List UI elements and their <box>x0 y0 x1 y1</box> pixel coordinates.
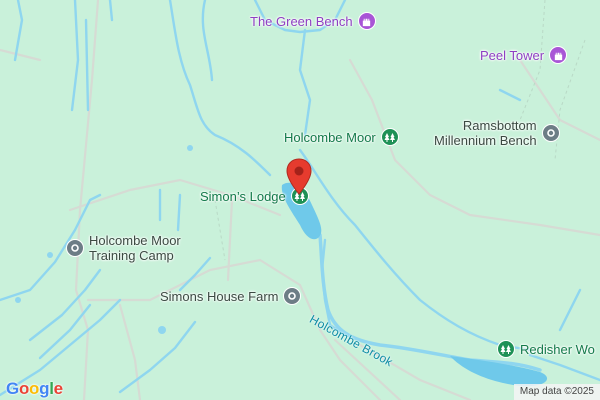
castle-icon <box>549 46 568 64</box>
poi-label: Holcombe Moor <box>284 129 376 145</box>
poi-label: Peel Tower <box>480 47 545 63</box>
poi-label-line2: Training Camp <box>89 248 174 263</box>
map-attribution[interactable]: Map data ©2025 <box>513 384 600 400</box>
poi-label-line2: Millennium Bench <box>434 133 537 148</box>
tree-icon <box>497 340 515 358</box>
google-logo-letter: g <box>39 379 50 398</box>
google-logo-text: Google <box>6 379 63 398</box>
poi-label-line1: Ramsbottom <box>462 118 537 133</box>
castle-icon <box>357 12 376 30</box>
poi-label-line1: Holcombe Moor <box>89 233 181 248</box>
dot-icon <box>283 287 302 305</box>
dot-icon <box>541 124 560 142</box>
google-logo-letter: G <box>6 379 19 398</box>
poi-simons-house-farm[interactable]: Simons House Farm <box>160 287 302 305</box>
poi-label: Simon’s Lodge <box>200 188 286 204</box>
dot-icon <box>66 239 84 257</box>
poi-peel-tower[interactable]: Peel Tower <box>480 46 568 64</box>
poi-label: Redisher Wo <box>520 341 595 357</box>
poi-label: The Green Bench <box>250 13 353 29</box>
poi-holcombe-moor[interactable]: Holcombe Moor <box>284 128 399 146</box>
poi-holcombe-moor-training-camp[interactable]: Holcombe Moor Training Camp <box>66 233 181 263</box>
poi-label: Simons House Farm <box>160 288 279 304</box>
google-logo-letter: e <box>53 379 63 398</box>
google-logo-letter: o <box>29 379 40 398</box>
map-pin-icon[interactable] <box>286 158 312 201</box>
google-logo[interactable]: Google <box>6 379 63 399</box>
poi-the-green-bench[interactable]: The Green Bench <box>250 12 376 30</box>
google-logo-letter: o <box>18 379 30 398</box>
poi-redisher-woods[interactable]: Redisher Wo <box>497 340 595 358</box>
map-canvas[interactable]: The Green Bench Peel Tower Holcombe Moor… <box>0 0 600 400</box>
tree-icon <box>380 128 399 146</box>
poi-ramsbottom-millennium-bench[interactable]: Ramsbottom Millennium Bench <box>434 118 560 148</box>
